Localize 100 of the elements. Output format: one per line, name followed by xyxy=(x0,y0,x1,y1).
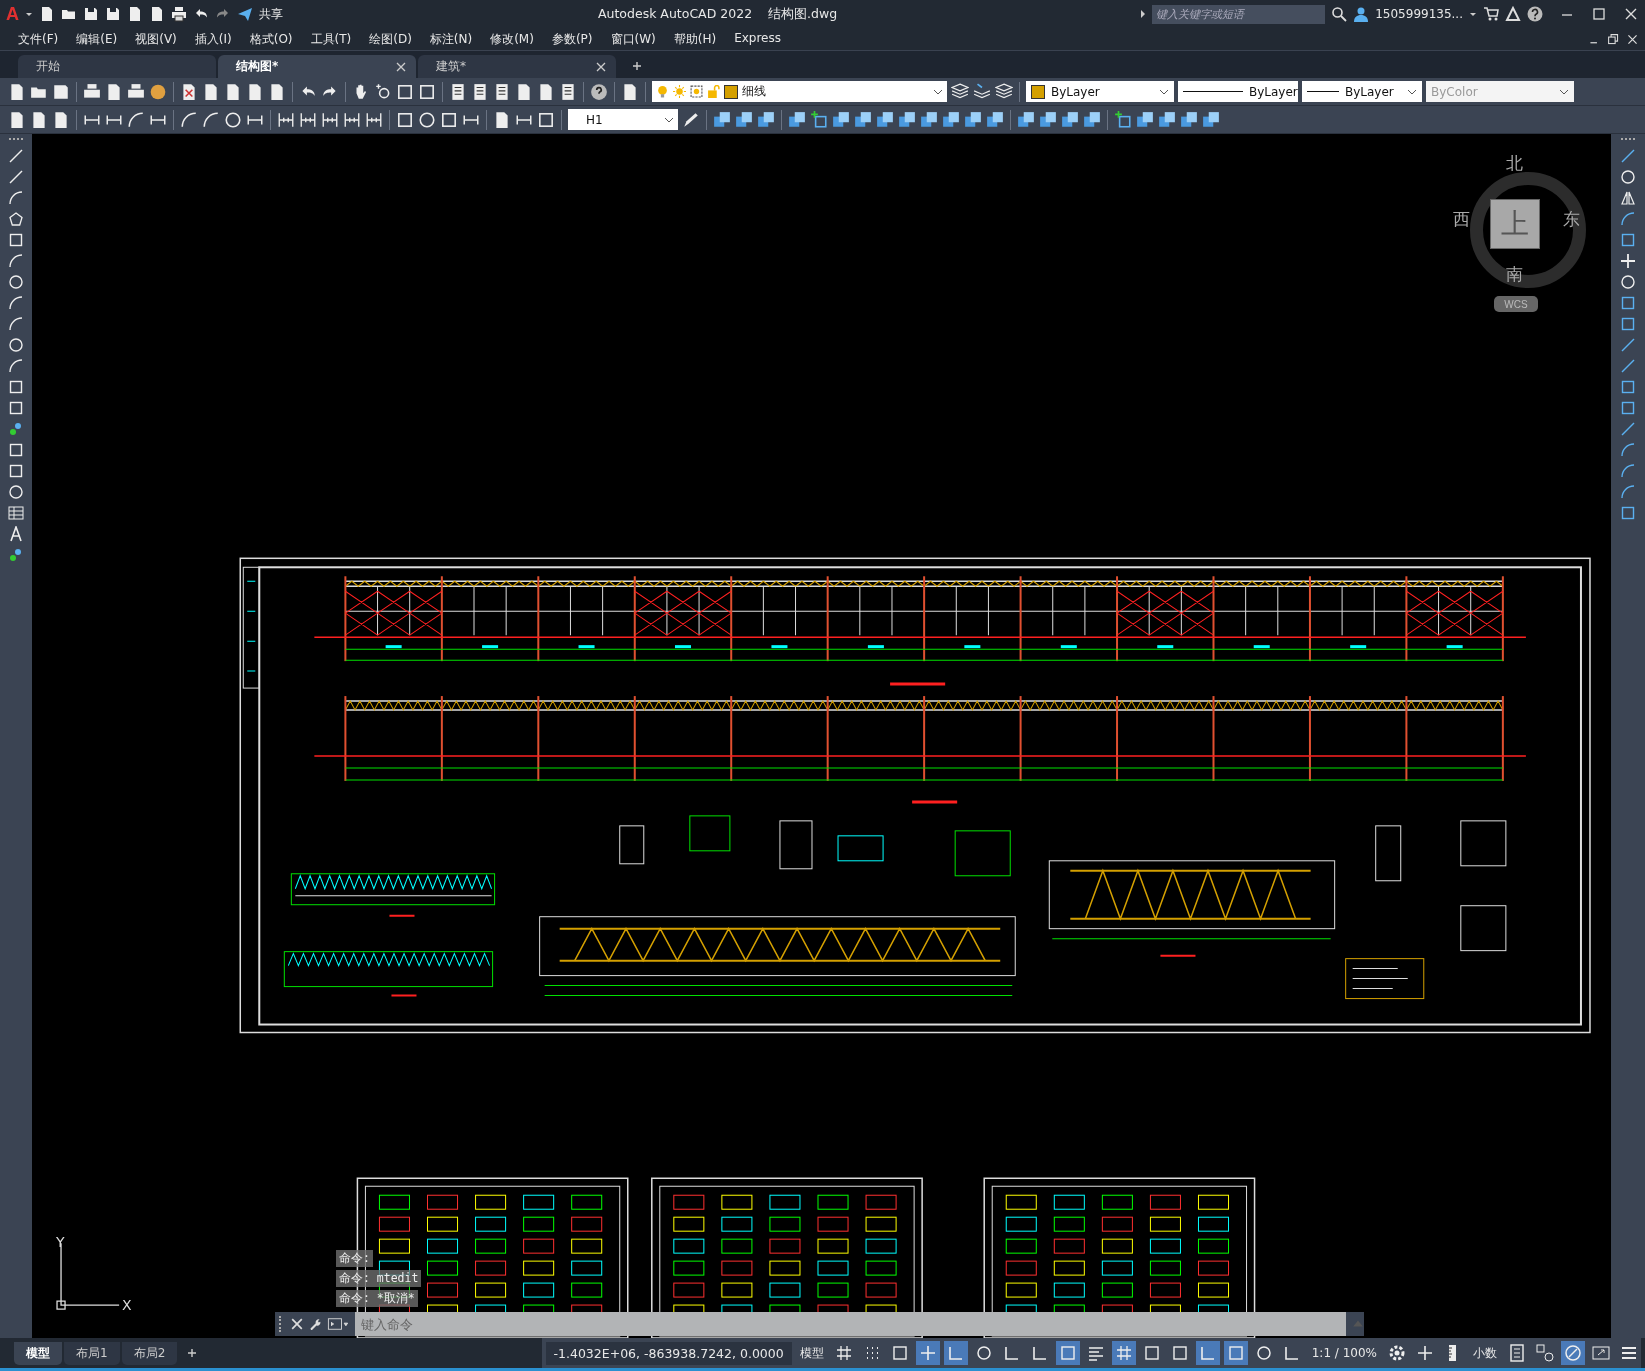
stacked-squares-icon[interactable] xyxy=(986,110,1004,129)
bars-icon[interactable] xyxy=(277,110,295,129)
tab-label[interactable]: 建筑* xyxy=(436,58,466,75)
document-icon[interactable] xyxy=(127,6,143,22)
menu-item[interactable]: 窗口(W) xyxy=(610,30,656,48)
lineweight-dropdown[interactable]: ByLayer xyxy=(1302,81,1422,102)
circle-icon[interactable] xyxy=(8,337,24,353)
close-icon[interactable] xyxy=(396,61,406,72)
model-space-button[interactable]: 模型 xyxy=(795,1344,828,1362)
user-name[interactable]: 1505999135... xyxy=(1375,7,1463,21)
document-icon[interactable] xyxy=(621,82,639,101)
square-icon[interactable] xyxy=(440,110,458,129)
file-tab[interactable]: 开始 xyxy=(18,55,216,78)
viewport-sun-icon[interactable] xyxy=(690,85,703,98)
grid-icon[interactable] xyxy=(1111,1341,1136,1365)
drawing-canvas[interactable]: Y X 北 西 上 东 南 WCS 命令: 命令: mtedit 命令: *取消* 键入命令 xyxy=(32,134,1611,1338)
layer-dropdown[interactable]: 细线 xyxy=(652,81,947,102)
stacked-squares-icon[interactable] xyxy=(942,110,960,129)
stacked-squares-icon[interactable] xyxy=(1202,110,1220,129)
square-icon[interactable] xyxy=(1620,400,1636,416)
circle-icon[interactable] xyxy=(418,110,436,129)
dot-icon[interactable] xyxy=(8,547,24,563)
tab-label[interactable]: 结构图* xyxy=(236,58,279,75)
expand-arrow-icon[interactable] xyxy=(1140,10,1147,18)
search-icon[interactable] xyxy=(1331,6,1348,22)
menu-item[interactable]: 工具(T) xyxy=(310,30,352,48)
text-icon[interactable] xyxy=(8,526,24,542)
arc-icon[interactable] xyxy=(1620,484,1636,500)
document-icon[interactable] xyxy=(224,82,242,101)
bars-icon[interactable] xyxy=(343,110,361,129)
cart-icon[interactable] xyxy=(1483,6,1499,22)
share-icon[interactable] xyxy=(237,6,253,22)
chevron-down-icon[interactable] xyxy=(933,88,943,95)
dimension-style-dropdown[interactable]: H1 xyxy=(568,109,678,130)
shapes-icon[interactable] xyxy=(1533,1341,1557,1365)
printer-icon[interactable] xyxy=(83,82,101,101)
bars-icon[interactable] xyxy=(321,110,339,129)
stacked-squares-icon[interactable] xyxy=(964,110,982,129)
user-icon[interactable] xyxy=(1353,6,1370,22)
units-dropdown[interactable]: 小数 xyxy=(1469,1344,1501,1362)
layout-tab[interactable]: 布局2 xyxy=(121,1341,178,1365)
stacked-squares-icon[interactable] xyxy=(1039,110,1057,129)
menu-item[interactable]: 参数(P) xyxy=(551,30,593,48)
square-icon[interactable] xyxy=(1620,379,1636,395)
maximize-icon[interactable] xyxy=(1591,6,1607,22)
stacked-squares-icon[interactable] xyxy=(1083,110,1101,129)
document-icon[interactable] xyxy=(30,110,48,129)
annotation-scale-button[interactable]: 1:1 / 100% xyxy=(1307,1346,1381,1360)
bars-icon[interactable] xyxy=(8,505,24,521)
stacked-squares-icon[interactable] xyxy=(788,110,806,129)
layers-icon[interactable] xyxy=(951,82,969,101)
coordinates-display[interactable]: -1.4032E+06, -863938.7242, 0.0000 xyxy=(545,1341,792,1365)
lightbulb-icon[interactable] xyxy=(656,85,669,98)
square-icon[interactable] xyxy=(1620,232,1636,248)
bars-icon[interactable] xyxy=(493,82,511,101)
document-icon[interactable] xyxy=(39,6,55,22)
square-icon[interactable] xyxy=(1620,295,1636,311)
compass-north[interactable]: 北 xyxy=(1506,152,1523,175)
help-icon[interactable] xyxy=(1527,6,1543,22)
close-icon[interactable] xyxy=(596,61,606,72)
arc-icon[interactable] xyxy=(1620,463,1636,479)
pencil-icon[interactable] xyxy=(682,110,700,129)
color-dropdown[interactable]: ByLayer xyxy=(1026,81,1174,102)
chevron-down-icon[interactable] xyxy=(664,116,674,123)
menu-item[interactable]: 帮助(H) xyxy=(673,30,717,48)
square-icon[interactable] xyxy=(1620,316,1636,332)
square-icon[interactable] xyxy=(1620,505,1636,521)
bars-icon[interactable] xyxy=(365,110,383,129)
menu-item[interactable]: 格式(O) xyxy=(249,30,293,48)
stacked-squares-icon[interactable] xyxy=(1061,110,1079,129)
circle-icon[interactable] xyxy=(1620,274,1636,290)
save-icon[interactable] xyxy=(105,6,121,22)
circle-icon[interactable] xyxy=(224,110,242,129)
menu-item[interactable]: Express xyxy=(734,30,781,48)
document-icon[interactable] xyxy=(8,82,26,101)
document-icon[interactable] xyxy=(515,82,533,101)
restore-icon[interactable] xyxy=(1607,32,1620,46)
circle-icon[interactable] xyxy=(8,274,24,290)
wrench-icon[interactable] xyxy=(309,1318,321,1330)
bars-icon[interactable] xyxy=(449,82,467,101)
menu-item[interactable]: 文件(F) xyxy=(18,30,59,48)
menu-item[interactable]: 标注(N) xyxy=(429,30,473,48)
new-tab-icon[interactable] xyxy=(632,61,642,71)
menu-item[interactable]: 绘图(D) xyxy=(369,30,412,48)
stacked-squares-icon[interactable] xyxy=(898,110,916,129)
arc-icon[interactable] xyxy=(1620,442,1636,458)
stacked-squares-icon[interactable] xyxy=(1158,110,1176,129)
dot-icon[interactable] xyxy=(8,421,24,437)
close-icon[interactable] xyxy=(1626,32,1639,46)
stacked-squares-icon[interactable] xyxy=(832,110,850,129)
stacked-squares-icon[interactable] xyxy=(1180,110,1198,129)
document-icon[interactable] xyxy=(202,82,220,101)
circle-icon[interactable] xyxy=(8,484,24,500)
terminal-icon[interactable] xyxy=(327,1317,349,1331)
layers-icon[interactable] xyxy=(995,82,1013,101)
square-icon[interactable] xyxy=(396,82,414,101)
bars-icon[interactable] xyxy=(299,110,317,129)
stacked-squares-icon[interactable] xyxy=(1136,110,1154,129)
document-icon[interactable] xyxy=(537,82,555,101)
file-tab[interactable]: 建筑* xyxy=(418,55,616,78)
